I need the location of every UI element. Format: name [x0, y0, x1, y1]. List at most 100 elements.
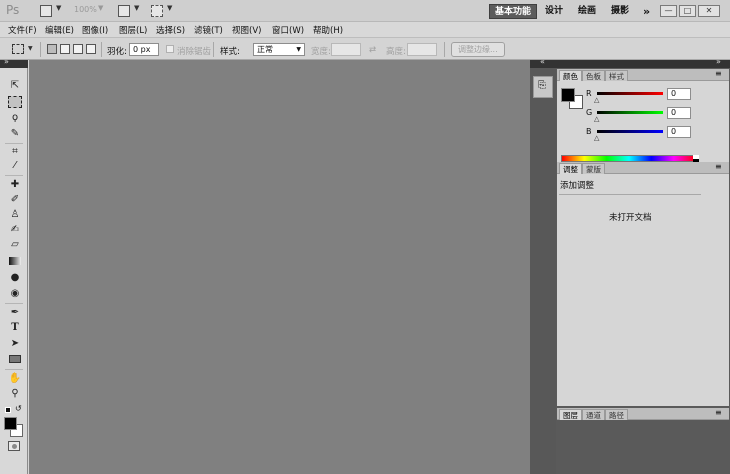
panel-menu-icon[interactable]: ≡ [715, 69, 722, 78]
shape-tool-icon[interactable] [8, 353, 22, 365]
swap-icon[interactable]: ⇄ [369, 45, 376, 55]
stamp-tool-icon[interactable]: ♙ [8, 209, 22, 221]
color-spectrum-bar[interactable] [561, 155, 697, 162]
dock-header[interactable]: « [530, 57, 556, 68]
quick-mask-icon[interactable] [8, 441, 20, 451]
chevron-down-icon[interactable]: ▼ [28, 45, 33, 52]
red-slider[interactable] [597, 92, 663, 95]
foreground-color-swatch[interactable] [4, 417, 17, 430]
red-input[interactable]: 0 [667, 88, 691, 100]
height-input[interactable] [407, 43, 437, 56]
expand-icon[interactable]: « [540, 57, 545, 66]
document-area[interactable] [29, 60, 530, 474]
chevron-down-icon[interactable]: ▼ [56, 4, 61, 12]
green-slider[interactable] [597, 111, 663, 114]
collapse-icon[interactable]: » [4, 57, 9, 66]
blur-tool-icon[interactable]: ● [8, 272, 22, 284]
swap-colors-icon[interactable]: ↺ [15, 404, 22, 413]
menu-view[interactable]: 视图(V) [232, 24, 261, 36]
screen-mode-icon[interactable] [151, 5, 163, 17]
color-panel-header: 颜色 色板 样式 ≡ [557, 69, 729, 81]
panel-menu-icon[interactable]: ≡ [715, 162, 722, 171]
tab-paths[interactable]: 路径 [605, 409, 628, 420]
menu-filter[interactable]: 滤镜(T) [194, 24, 223, 36]
lasso-tool-icon[interactable]: ϙ [8, 112, 22, 124]
workspace-design[interactable]: 设计 [540, 4, 568, 19]
red-slider-handle[interactable]: △ [594, 96, 599, 104]
blue-input[interactable]: 0 [667, 126, 691, 138]
menu-file[interactable]: 文件(F) [8, 24, 37, 36]
workspace-essentials[interactable]: 基本功能 [489, 4, 538, 19]
color-panel: 颜色 色板 样式 ≡ R △ 0 G △ 0 B △ 0 [557, 69, 729, 167]
menu-window[interactable]: 窗口(W) [272, 24, 304, 36]
marquee-preset-icon[interactable] [12, 44, 24, 54]
close-button[interactable]: ✕ [698, 5, 720, 17]
menu-select[interactable]: 选择(S) [156, 24, 185, 36]
eyedropper-tool-icon[interactable]: ⁄ [8, 160, 22, 172]
marquee-tool-icon[interactable] [8, 96, 22, 108]
antialias-checkbox[interactable] [166, 45, 174, 53]
workspace-painting[interactable]: 绘画 [573, 4, 601, 19]
more-workspaces-icon[interactable]: » [638, 4, 655, 19]
menu-layer[interactable]: 图层(L) [119, 24, 147, 36]
divider [559, 194, 701, 195]
divider [40, 42, 41, 57]
eraser-tool-icon[interactable]: ▱ [8, 239, 22, 251]
brush-tool-icon[interactable]: ✐ [8, 194, 22, 206]
quick-select-tool-icon[interactable]: ✎ [8, 128, 22, 140]
tab-masks[interactable]: 蒙版 [582, 163, 605, 174]
blue-slider-handle[interactable]: △ [594, 134, 599, 142]
tab-color[interactable]: 颜色 [559, 70, 582, 81]
toolbox-header[interactable]: » [0, 57, 28, 68]
refine-edge-button[interactable]: 调整边缘... [451, 42, 505, 57]
dock-header[interactable]: » [556, 57, 730, 68]
minimize-button[interactable]: — [660, 5, 677, 17]
add-selection-icon[interactable] [60, 44, 70, 54]
workspace-photography[interactable]: 摄影 [606, 4, 634, 19]
chevron-down-icon[interactable]: ▼ [98, 4, 103, 12]
crop-tool-icon[interactable]: ⌗ [8, 146, 22, 158]
green-slider-handle[interactable]: △ [594, 115, 599, 123]
panel-menu-icon[interactable]: ≡ [715, 408, 722, 417]
arrange-documents-icon[interactable] [118, 5, 130, 17]
blue-slider[interactable] [597, 130, 663, 133]
menu-edit[interactable]: 编辑(E) [45, 24, 74, 36]
type-tool-icon[interactable]: T [8, 322, 22, 334]
adjustments-panel: 调整 蒙版 ≡ 添加调整 未打开文档 [557, 162, 729, 406]
tab-channels[interactable]: 通道 [582, 409, 605, 420]
collapse-icon[interactable]: » [716, 57, 721, 66]
style-label: 样式: [220, 47, 240, 57]
history-brush-tool-icon[interactable]: ✍ [8, 224, 22, 236]
chevron-down-icon[interactable]: ▼ [134, 4, 139, 12]
maximize-button[interactable]: □ [679, 5, 696, 17]
chevron-down-icon[interactable]: ▼ [167, 4, 172, 12]
feather-input[interactable]: 0 px [129, 43, 159, 56]
intersect-selection-icon[interactable] [86, 44, 96, 54]
path-select-tool-icon[interactable]: ➤ [8, 338, 22, 350]
history-panel-icon[interactable]: ⎘ [533, 76, 553, 98]
tab-styles[interactable]: 样式 [605, 70, 628, 81]
new-selection-icon[interactable] [47, 44, 57, 54]
zoom-tool-icon[interactable]: ⚲ [8, 388, 22, 400]
zoom-level[interactable]: 100% [74, 5, 97, 14]
menu-image[interactable]: 图像(I) [82, 24, 108, 36]
tab-swatches[interactable]: 色板 [582, 70, 605, 81]
divider [5, 303, 23, 304]
no-document-message: 未打开文档 [609, 213, 652, 223]
subtract-selection-icon[interactable] [73, 44, 83, 54]
green-input[interactable]: 0 [667, 107, 691, 119]
menu-help[interactable]: 帮助(H) [313, 24, 343, 36]
hand-tool-icon[interactable]: ✋ [8, 373, 22, 385]
style-select[interactable]: 正常 ▼ [253, 43, 305, 56]
width-input[interactable] [331, 43, 361, 56]
healing-tool-icon[interactable]: ✚ [8, 179, 22, 191]
move-tool-icon[interactable]: ⇱ [8, 80, 22, 92]
default-colors-icon[interactable] [5, 407, 11, 413]
tab-adjustments[interactable]: 调整 [559, 163, 582, 174]
launch-bridge-icon[interactable] [40, 5, 52, 17]
gradient-tool-icon[interactable] [8, 255, 22, 267]
foreground-color-swatch[interactable] [561, 88, 575, 102]
pen-tool-icon[interactable]: ✒ [8, 307, 22, 319]
tab-layers[interactable]: 图层 [559, 409, 582, 420]
dodge-tool-icon[interactable]: ◉ [8, 288, 22, 300]
